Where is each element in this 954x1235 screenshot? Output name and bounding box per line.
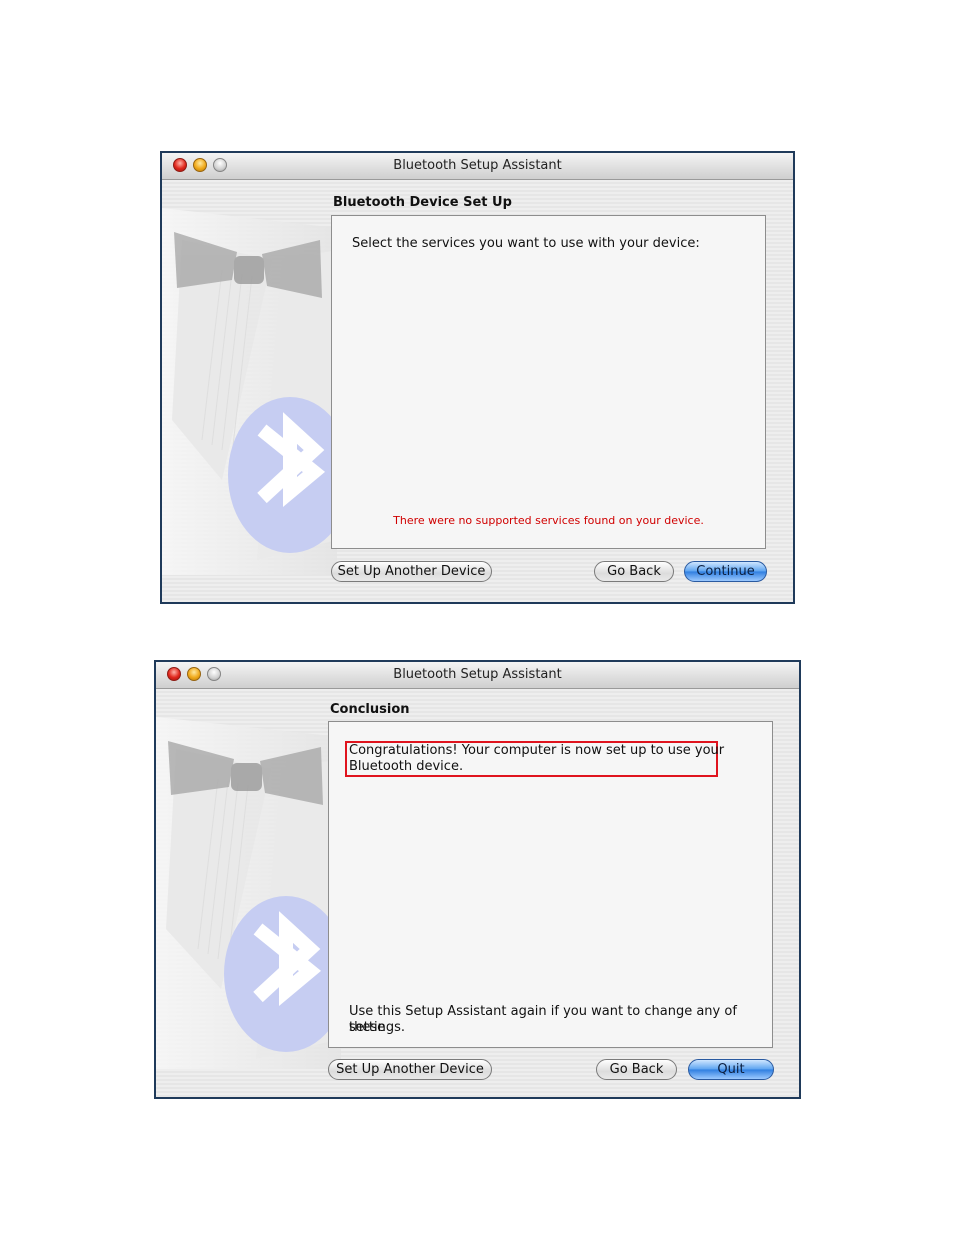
conclusion-panel: Congratulations! Your computer is now se… bbox=[328, 721, 773, 1048]
title-bar[interactable]: Bluetooth Setup Assistant bbox=[162, 153, 793, 180]
set-up-another-device-button[interactable]: Set Up Another Device bbox=[328, 1059, 492, 1080]
continue-button[interactable]: Continue bbox=[684, 561, 767, 582]
services-prompt: Select the services you want to use with… bbox=[352, 236, 700, 251]
services-panel: Select the services you want to use with… bbox=[331, 215, 766, 549]
tuxedo-bluetooth-illustration bbox=[156, 717, 356, 1069]
window-title: Bluetooth Setup Assistant bbox=[393, 667, 562, 682]
section-title: Bluetooth Device Set Up bbox=[333, 195, 512, 210]
quit-button[interactable]: Quit bbox=[688, 1059, 774, 1080]
window-content: Conclusion Congratulations! Your compute… bbox=[156, 689, 799, 1097]
title-bar[interactable]: Bluetooth Setup Assistant bbox=[156, 662, 799, 689]
section-title: Conclusion bbox=[330, 702, 410, 717]
window-title: Bluetooth Setup Assistant bbox=[393, 158, 562, 173]
bluetooth-setup-window-services: Bluetooth Setup Assistant Bluetooth Devi… bbox=[160, 151, 795, 604]
go-back-button[interactable]: Go Back bbox=[596, 1059, 677, 1080]
setup-assistant-note-line2: settings. bbox=[349, 1020, 405, 1035]
bluetooth-setup-window-conclusion: Bluetooth Setup Assistant Conclusion Con… bbox=[154, 660, 801, 1099]
setup-assistant-note-line1: Use this Setup Assistant again if you wa… bbox=[349, 1004, 737, 1035]
window-content: Bluetooth Device Set Up Select the servi… bbox=[162, 180, 793, 602]
congratulations-message-line1: Congratulations! Your computer is now se… bbox=[349, 743, 725, 758]
set-up-another-device-button[interactable]: Set Up Another Device bbox=[331, 561, 492, 582]
go-back-button[interactable]: Go Back bbox=[594, 561, 674, 582]
no-services-error: There were no supported services found o… bbox=[393, 514, 704, 527]
congratulations-message-line2: Bluetooth device. bbox=[349, 759, 464, 774]
